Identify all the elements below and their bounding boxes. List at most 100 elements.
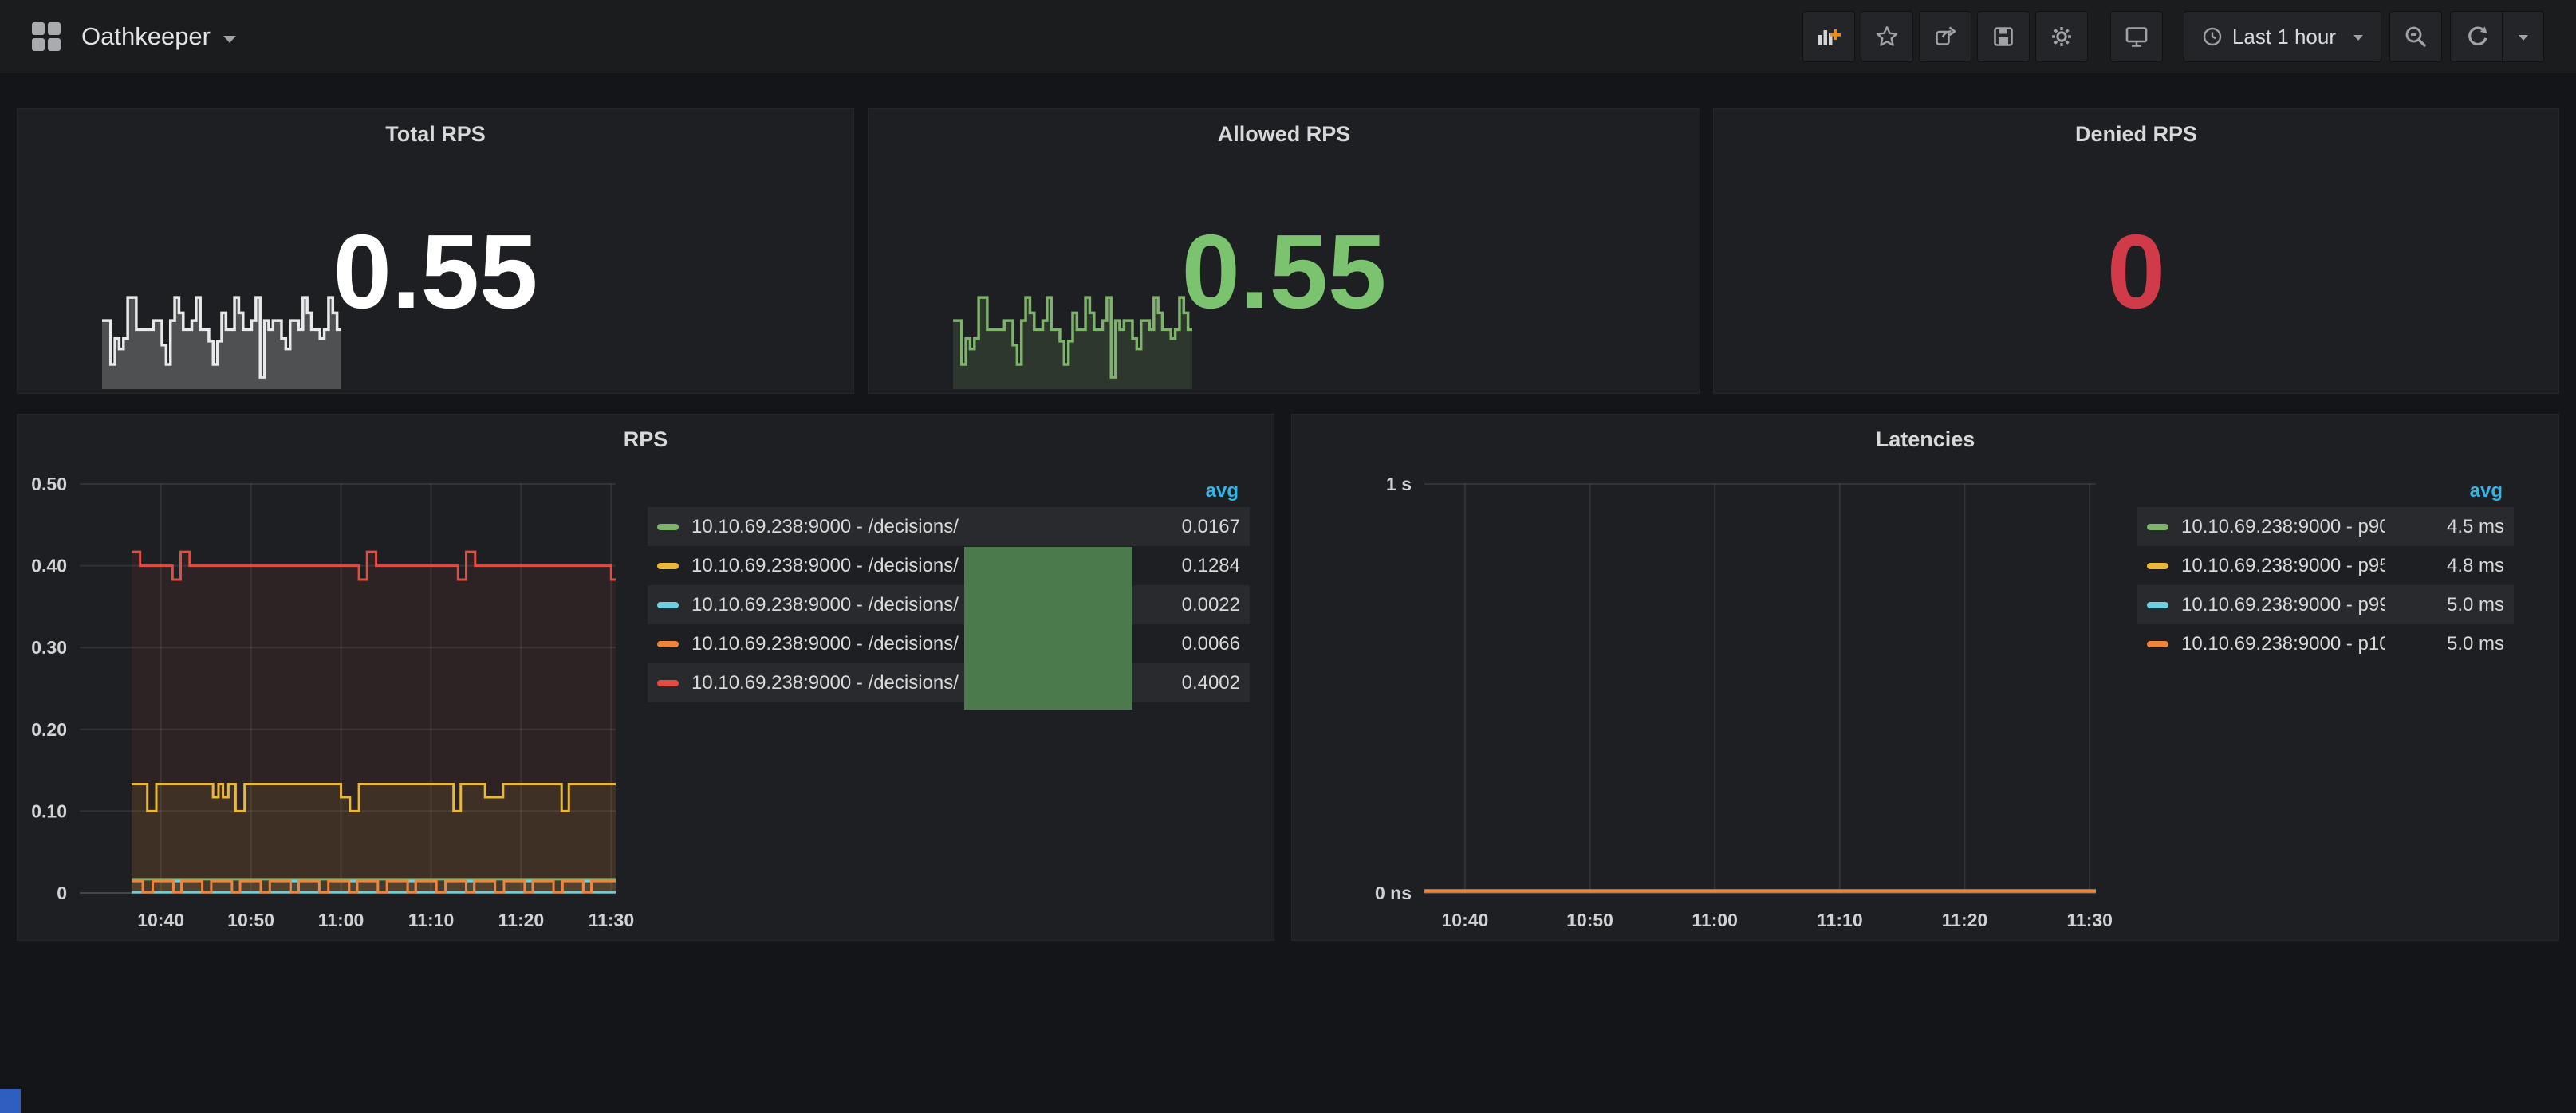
series-name[interactable]: 10.10.69.238:9000 - p95	[2181, 555, 2385, 577]
panel-actions-group	[1802, 11, 2088, 62]
grid-square	[32, 22, 45, 35]
corner-blue-box	[0, 1089, 21, 1113]
svg-text:0: 0	[57, 883, 67, 903]
star-button[interactable]	[1861, 11, 1913, 62]
series-color-swatch	[657, 602, 679, 608]
svg-text:11:10: 11:10	[408, 910, 455, 930]
grid-square	[32, 38, 45, 51]
panel-title[interactable]: RPS	[18, 427, 1274, 452]
panel-title[interactable]: Allowed RPS	[869, 122, 1700, 147]
chevron-down-icon	[2519, 35, 2528, 41]
zoom-out-button[interactable]	[2389, 11, 2442, 62]
refresh-button[interactable]	[2450, 11, 2503, 62]
series-color-swatch	[2147, 602, 2168, 608]
share-icon	[1933, 25, 1957, 49]
legend-row[interactable]: 10.10.69.238:9000 - /decisions/0.4002	[648, 663, 1250, 702]
svg-text:11:30: 11:30	[2066, 910, 2113, 930]
legend-rows: 10.10.69.238:9000 - /decisions/0.016710.…	[648, 507, 1250, 702]
gear-icon	[2050, 25, 2074, 49]
panel-title[interactable]: Denied RPS	[1714, 122, 2558, 147]
svg-text:0 ns: 0 ns	[1375, 883, 1412, 903]
legend-row[interactable]: 10.10.69.238:9000 - /decisions/0.0022	[648, 585, 1250, 624]
series-color-swatch	[657, 680, 679, 686]
dashboard-title: Oathkeeper	[81, 22, 211, 51]
svg-text:11:20: 11:20	[498, 910, 545, 930]
svg-text:1 s: 1 s	[1386, 474, 1412, 494]
stat-panel-allowed-rps: Allowed RPS 0.55	[868, 108, 1700, 394]
svg-text:11:10: 11:10	[1817, 910, 1863, 930]
chevron-down-icon	[223, 36, 236, 43]
time-range-label: Last 1 hour	[2232, 25, 2336, 49]
series-avg-value: 4.8 ms	[2385, 555, 2504, 577]
legend-rows: 10.10.69.238:9000 - p904.5 ms10.10.69.23…	[2137, 507, 2514, 663]
legend-row[interactable]: 10.10.69.238:9000 - /decisions/0.1284	[648, 546, 1250, 585]
legend-avg-header[interactable]: avg	[2137, 475, 2514, 507]
sparkline	[953, 289, 1192, 389]
svg-text:10:40: 10:40	[137, 910, 184, 930]
dashboard-title-dropdown[interactable]: Oathkeeper	[81, 22, 236, 51]
legend-row[interactable]: 10.10.69.238:9000 - p954.8 ms	[2137, 546, 2514, 585]
series-avg-value: 0.0066	[1121, 633, 1240, 655]
svg-text:0.40: 0.40	[31, 556, 67, 576]
svg-text:10:40: 10:40	[1441, 910, 1488, 930]
clock-icon	[2202, 26, 2223, 47]
graph-panel-rps: RPS 0.50 0.40 0.30 0.20 0.10 0 10:40 10:50 11:00…	[17, 414, 1274, 941]
svg-text:0.30: 0.30	[31, 637, 67, 658]
legend-row[interactable]: 10.10.69.238:9000 - /decisions/0.0167	[648, 507, 1250, 546]
dashboard-grid-icon[interactable]	[32, 22, 61, 51]
series-avg-value: 0.0022	[1121, 594, 1240, 616]
series-color-swatch	[657, 641, 679, 647]
svg-text:0.50: 0.50	[31, 474, 67, 494]
panel-title[interactable]: Total RPS	[18, 122, 853, 147]
header-bar: Oathkeeper	[0, 0, 2576, 73]
series-name[interactable]: 10.10.69.238:9000 - /decisions/	[691, 516, 1121, 538]
graph-panel-latencies: Latencies 1 s0 ns10:4010:5011:0011:1011:…	[1291, 414, 2559, 941]
stat-value: 0	[1714, 219, 2558, 324]
svg-text:11:20: 11:20	[1942, 910, 1988, 930]
svg-text:0.20: 0.20	[31, 719, 67, 740]
zoom-out-icon	[2404, 25, 2428, 49]
grid-square	[48, 38, 61, 51]
panel-title[interactable]: Latencies	[1292, 427, 2558, 452]
stat-panel-denied-rps: Denied RPS 0	[1713, 108, 2559, 394]
green-overlay-box	[964, 547, 1132, 710]
grid-square	[48, 22, 61, 35]
legend-avg-header[interactable]: avg	[648, 475, 1250, 507]
series-avg-value: 0.1284	[1121, 555, 1240, 577]
star-icon	[1875, 25, 1899, 49]
refresh-interval-dropdown-button[interactable]	[2503, 11, 2544, 62]
series-avg-value: 0.4002	[1121, 672, 1240, 694]
series-color-swatch	[2147, 563, 2168, 569]
monitor-icon	[2125, 25, 2149, 49]
legend-table: avg 10.10.69.238:9000 - p904.5 ms10.10.6…	[2137, 475, 2514, 663]
legend-row[interactable]: 10.10.69.238:9000 - p995.0 ms	[2137, 585, 2514, 624]
settings-button[interactable]	[2035, 11, 2088, 62]
legend-row[interactable]: 10.10.69.238:9000 - p904.5 ms	[2137, 507, 2514, 546]
sparkline	[102, 289, 341, 389]
chevron-down-icon	[2353, 35, 2363, 41]
svg-text:11:30: 11:30	[589, 910, 635, 930]
series-name[interactable]: 10.10.69.238:9000 - p90	[2181, 516, 2385, 538]
cycle-view-mode-button[interactable]	[2110, 11, 2163, 62]
series-avg-value: 0.0167	[1121, 516, 1240, 538]
series-color-swatch	[657, 563, 679, 569]
svg-text:11:00: 11:00	[318, 910, 364, 930]
legend-table: avg 10.10.69.238:9000 - /decisions/0.016…	[648, 475, 1250, 702]
refresh-icon	[2464, 25, 2488, 49]
add-panel-button[interactable]	[1802, 11, 1855, 62]
series-avg-value: 5.0 ms	[2385, 594, 2504, 616]
series-color-swatch	[2147, 641, 2168, 647]
series-color-swatch	[2147, 524, 2168, 530]
legend-row[interactable]: 10.10.69.238:9000 - /decisions/0.0066	[648, 624, 1250, 663]
legend-row[interactable]: 10.10.69.238:9000 - p1005.0 ms	[2137, 624, 2514, 663]
svg-text:10:50: 10:50	[227, 910, 274, 930]
share-button[interactable]	[1919, 11, 1971, 62]
stat-panel-total-rps: Total RPS 0.55	[17, 108, 854, 394]
series-name[interactable]: 10.10.69.238:9000 - p100	[2181, 633, 2385, 655]
svg-text:11:00: 11:00	[1692, 910, 1738, 930]
time-range-button[interactable]: Last 1 hour	[2184, 11, 2381, 62]
save-button[interactable]	[1977, 11, 2030, 62]
save-icon	[1991, 25, 2015, 49]
svg-text:0.10: 0.10	[31, 800, 67, 821]
series-name[interactable]: 10.10.69.238:9000 - p99	[2181, 594, 2385, 616]
